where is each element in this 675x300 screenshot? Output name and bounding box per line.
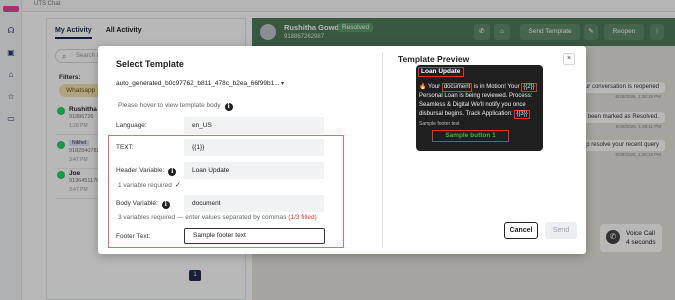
preview-variable: {{3}} [514, 110, 530, 119]
info-icon[interactable]: i [161, 201, 170, 209]
body-variable-input[interactable]: document [184, 195, 324, 212]
template-select[interactable]: auto_generated_b0c97762_b811_478c_b2ea_6… [116, 80, 286, 87]
chevron-down-icon[interactable]: ▾ [281, 80, 284, 87]
preview-header: Loan Update [418, 67, 464, 77]
preview-variable: {{2}} [521, 83, 537, 92]
info-icon[interactable]: i [224, 103, 233, 111]
cancel-button[interactable]: Cancel [504, 222, 538, 239]
body-variable-count: (1/3 filled) [288, 214, 317, 221]
body-variable-label: Body Variable: i [116, 200, 170, 209]
text-label: TEXT: [116, 144, 134, 151]
hover-hint: Please hover to view template body i [118, 102, 233, 111]
info-icon[interactable]: i [168, 168, 177, 176]
message-preview: Loan Update 🔥 Your document is in Motion… [416, 65, 543, 151]
header-variable-label: Header Variable: i [116, 167, 177, 176]
modal-divider [382, 52, 383, 248]
fire-emoji: 🔥 [419, 84, 427, 90]
text-field: {{1}} [184, 139, 324, 156]
close-button[interactable]: × [563, 53, 575, 65]
preview-title: Template Preview [398, 54, 470, 64]
body-variable-note: 3 variables required — enter values sepa… [118, 214, 317, 221]
header-variable-input[interactable]: Loan Update [184, 162, 324, 179]
modal-title: Select Template [116, 59, 184, 69]
preview-body: 🔥 Your document is in Motion! Your {{2}}… [419, 83, 537, 119]
send-button[interactable]: Send [545, 222, 577, 239]
template-preview-panel: Template Preview × Loan Update 🔥 Your do… [386, 46, 586, 254]
template-form: Select Template auto_generated_b0c97762_… [98, 46, 380, 254]
footer-text-input[interactable]: Sample footer text [184, 228, 325, 244]
check-icon: ✓ [174, 182, 181, 189]
select-template-modal: Select Template auto_generated_b0c97762_… [98, 46, 586, 254]
footer-text-label: Footer Text: [116, 233, 151, 240]
language-field: en_US [184, 117, 324, 134]
preview-footer: Sample footer text [419, 121, 460, 127]
preview-variable: document [441, 83, 473, 92]
language-label: Language: [116, 122, 147, 129]
preview-button: Sample button 1 [432, 130, 509, 142]
header-variable-note: 1 variable required ✓ [118, 182, 181, 189]
